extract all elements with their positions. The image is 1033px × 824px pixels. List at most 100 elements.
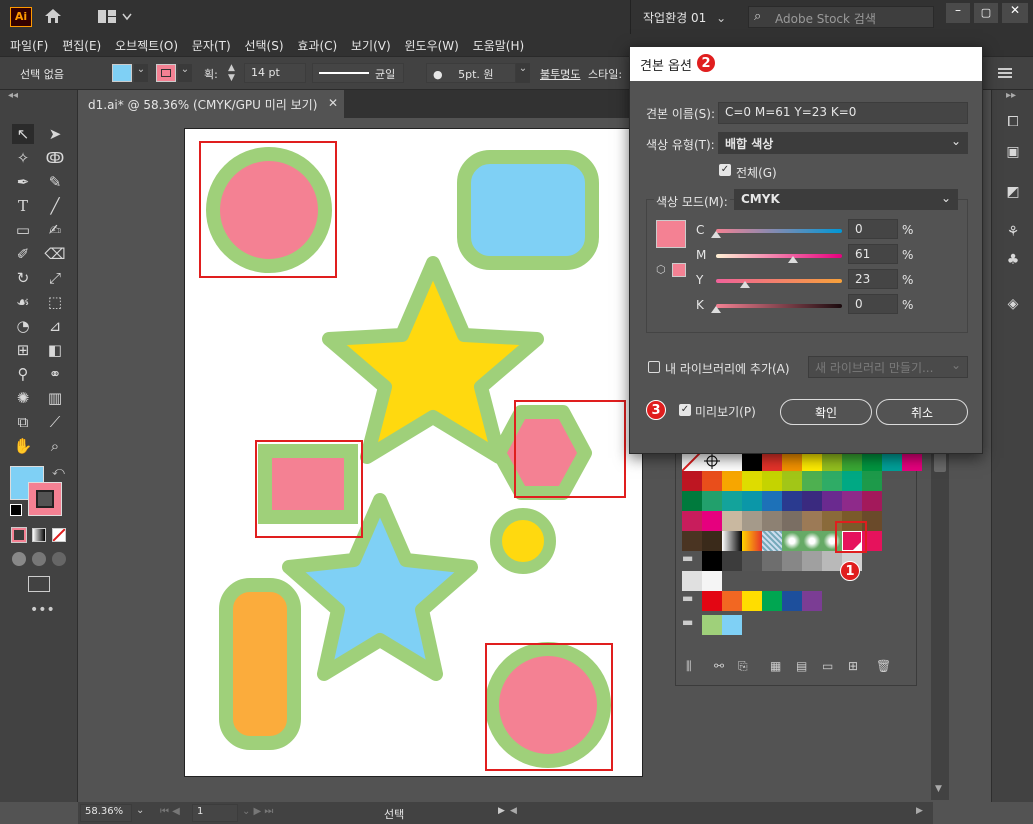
swatch[interactable]: [742, 591, 762, 611]
swatch[interactable]: [722, 591, 742, 611]
ok-button[interactable]: 확인: [780, 399, 872, 425]
swatch[interactable]: [762, 471, 782, 491]
color-group-folder-icon[interactable]: ▬: [682, 615, 702, 635]
swatch[interactable]: [702, 551, 722, 571]
swatch[interactable]: [702, 451, 722, 471]
home-icon[interactable]: [42, 6, 64, 26]
stroke-color-box[interactable]: [28, 482, 62, 516]
swatch[interactable]: [682, 571, 702, 591]
swatch[interactable]: [802, 551, 822, 571]
cyan-slider-thumb[interactable]: [711, 231, 721, 238]
out-of-web-gamut-icon[interactable]: ⬡: [656, 263, 666, 276]
swatch[interactable]: [802, 531, 822, 551]
magic-wand-tool-icon[interactable]: ✧: [12, 148, 34, 168]
shape-builder-tool-icon[interactable]: ◔: [12, 316, 34, 336]
swatch[interactable]: [782, 491, 802, 511]
color-type-select[interactable]: 배합 색상 ⌄: [718, 132, 968, 154]
menu-edit[interactable]: 편집(E): [57, 34, 106, 54]
black-slider-track[interactable]: [716, 304, 842, 308]
panel-collapse-icon[interactable]: ◂◂: [8, 90, 18, 101]
swatch[interactable]: [762, 551, 782, 571]
swatch[interactable]: [722, 551, 742, 571]
swatch[interactable]: [842, 491, 862, 511]
swatch[interactable]: [681, 450, 703, 472]
swatch[interactable]: [742, 511, 762, 531]
swatch[interactable]: [722, 491, 742, 511]
stroke-weight-field[interactable]: 14 pt: [244, 63, 306, 83]
swatch[interactable]: [742, 551, 762, 571]
swatch[interactable]: [682, 511, 702, 531]
fill-dropdown[interactable]: ⌄: [134, 64, 148, 82]
gradient-mode-icon[interactable]: [32, 528, 46, 542]
menu-select[interactable]: 선택(S): [239, 34, 288, 54]
swatch-options-icon[interactable]: ▦: [770, 659, 781, 673]
black-slider-thumb[interactable]: [711, 306, 721, 313]
mesh-tool-icon[interactable]: ⊞: [12, 340, 34, 360]
black-input[interactable]: 0: [848, 294, 898, 314]
swatch[interactable]: [722, 451, 742, 471]
cancel-button[interactable]: 취소: [876, 399, 968, 425]
horizontal-scroll-left[interactable]: ◀: [510, 806, 517, 816]
new-swatch-icon[interactable]: ⊞: [848, 659, 858, 673]
close-button[interactable]: ✕: [1002, 3, 1028, 23]
hand-tool-icon[interactable]: ✋: [12, 436, 34, 456]
preview-checkbox[interactable]: ✓: [679, 404, 691, 416]
eyedropper-tool-icon[interactable]: ⚲: [12, 364, 34, 384]
swatch[interactable]: [682, 531, 702, 551]
scale-tool-icon[interactable]: ⤢: [44, 268, 66, 288]
swatch[interactable]: [822, 551, 842, 571]
draw-behind-icon[interactable]: [32, 552, 46, 566]
artboards-panel-icon[interactable]: ◩: [1002, 184, 1024, 204]
screen-mode-icon[interactable]: [28, 576, 50, 592]
libraries-panel-icon[interactable]: ▣: [1002, 144, 1024, 164]
magenta-slider-thumb[interactable]: [788, 256, 798, 263]
warp-tool-icon[interactable]: ☙: [12, 292, 34, 312]
swatch[interactable]: [722, 471, 742, 491]
show-swatch-kinds-icon[interactable]: ⚯: [714, 659, 724, 673]
swatch[interactable]: [702, 531, 722, 551]
swatch[interactable]: [782, 451, 802, 471]
swatch[interactable]: [802, 511, 822, 531]
swatch[interactable]: [702, 591, 722, 611]
properties-panel-icon[interactable]: ⧠: [1002, 114, 1024, 134]
horizontal-scroll-right[interactable]: ▶: [916, 806, 923, 816]
swatch[interactable]: [842, 471, 862, 491]
swatch[interactable]: [782, 531, 802, 551]
stroke-color-swatch[interactable]: [156, 64, 176, 82]
brushes-panel-icon[interactable]: ⚘: [1002, 224, 1024, 244]
swatch[interactable]: [782, 591, 802, 611]
zoom-field[interactable]: 58.36%: [80, 804, 132, 822]
swatch[interactable]: [902, 451, 922, 471]
swap-colors-icon[interactable]: ⤺: [52, 464, 65, 479]
zoom-tool-icon[interactable]: ⌕: [44, 436, 66, 456]
fill-color-swatch[interactable]: [112, 64, 132, 82]
menu-object[interactable]: 오브젝트(O): [110, 34, 183, 54]
document-tab[interactable]: d1.ai* @ 58.36% (CMYK/GPU 미리 보기) ✕: [78, 90, 344, 118]
swatch[interactable]: [702, 615, 722, 635]
stock-search-input[interactable]: ⌕ Adobe Stock 검색: [748, 6, 934, 28]
arrange-documents-icon[interactable]: [98, 9, 134, 25]
swatch[interactable]: [722, 615, 742, 635]
yellow-input[interactable]: 23: [848, 269, 898, 289]
swatch[interactable]: [742, 451, 762, 471]
more-tools-icon[interactable]: •••: [30, 602, 55, 618]
swatch[interactable]: [862, 451, 882, 471]
swatch[interactable]: [742, 471, 762, 491]
color-mode-select[interactable]: CMYK ⌄: [734, 189, 958, 210]
artboard-number-field[interactable]: 1: [192, 804, 238, 822]
gradient-tool-icon[interactable]: ◧: [44, 340, 66, 360]
panel-options-icon[interactable]: [998, 67, 1012, 79]
magenta-input[interactable]: 61: [848, 244, 898, 264]
line-tool-icon[interactable]: ╱: [44, 196, 66, 216]
minimize-button[interactable]: –: [946, 3, 970, 23]
swatch[interactable]: [702, 571, 722, 591]
color-group-folder-icon[interactable]: ▬: [682, 551, 702, 571]
direct-selection-tool-icon[interactable]: ➤: [44, 124, 66, 144]
paintbrush-tool-icon[interactable]: ✍: [44, 220, 66, 240]
swatch[interactable]: [682, 491, 702, 511]
swatch[interactable]: [722, 511, 742, 531]
swatch[interactable]: [882, 451, 902, 471]
swatch[interactable]: [842, 451, 862, 471]
swatch[interactable]: [862, 471, 882, 491]
swatch[interactable]: [682, 471, 702, 491]
